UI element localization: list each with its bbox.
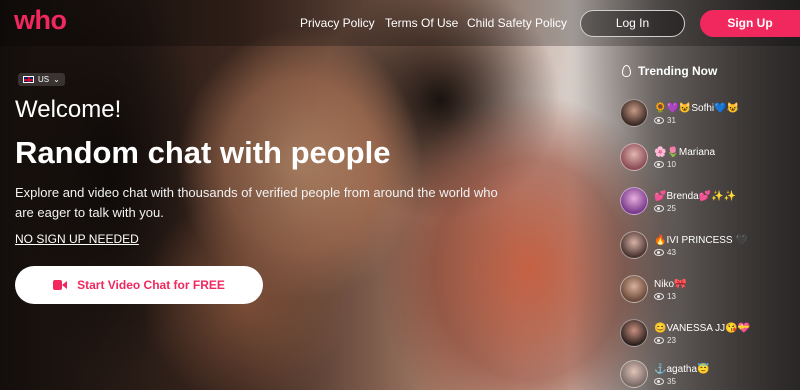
trending-item[interactable]: 🔥IVI PRINCESS 🖤 43	[620, 231, 800, 263]
welcome-text: Welcome!	[15, 96, 122, 123]
trending-item[interactable]: 🌻💜😺Sofhi💙😺 31	[620, 99, 800, 131]
avatar	[620, 143, 648, 171]
trending-name: 🔥IVI PRINCESS 🖤	[654, 235, 748, 246]
page-title: Random chat with people	[15, 135, 391, 170]
avatar	[620, 187, 648, 215]
fire-icon	[622, 65, 631, 77]
nav-child-safety-policy[interactable]: Child Safety Policy	[467, 16, 567, 30]
view-count: 25	[667, 204, 676, 213]
trending-title: Trending Now	[638, 64, 718, 78]
view-count: 35	[667, 377, 676, 386]
view-count: 10	[667, 160, 676, 169]
video-camera-icon	[53, 280, 68, 290]
trending-name: ⚓agatha😇	[654, 364, 710, 375]
trending-views: 13	[654, 292, 676, 301]
no-signup-link[interactable]: NO SIGN UP NEEDED	[15, 232, 139, 246]
start-video-chat-button[interactable]: Start Video Chat for FREE	[15, 266, 263, 304]
nav-terms-of-use[interactable]: Terms Of Use	[385, 16, 458, 30]
eye-icon	[654, 117, 664, 124]
trending-item[interactable]: Niko🎀 13	[620, 275, 800, 307]
locale-label: US	[38, 75, 50, 84]
trending-views: 35	[654, 377, 676, 386]
trending-name: Niko🎀	[654, 279, 687, 290]
login-button[interactable]: Log In	[580, 10, 685, 37]
trending-item[interactable]: 😊VANESSA JJ😘💝 23	[620, 319, 800, 351]
trending-name: 😊VANESSA JJ😘💝	[654, 323, 751, 334]
avatar	[620, 99, 648, 127]
view-count: 23	[667, 336, 676, 345]
trending-item[interactable]: ⚓agatha😇 35	[620, 360, 800, 390]
avatar	[620, 360, 648, 388]
eye-icon	[654, 293, 664, 300]
trending-views: 10	[654, 160, 676, 169]
trending-views: 23	[654, 336, 676, 345]
header: who Privacy Policy Terms Of Use Child Sa…	[0, 0, 800, 46]
avatar	[620, 319, 648, 347]
eye-icon	[654, 249, 664, 256]
eye-icon	[654, 205, 664, 212]
avatar	[620, 231, 648, 259]
eye-icon	[654, 378, 664, 385]
trending-name: 🌻💜😺Sofhi💙😺	[654, 103, 740, 114]
uk-flag-icon	[23, 76, 34, 83]
logo[interactable]: who	[14, 5, 67, 36]
view-count: 31	[667, 116, 676, 125]
eye-icon	[654, 337, 664, 344]
trending-views: 43	[654, 248, 676, 257]
chevron-down-icon: ⌄	[53, 75, 60, 84]
view-count: 43	[667, 248, 676, 257]
start-video-chat-label: Start Video Chat for FREE	[77, 278, 225, 292]
page: who Privacy Policy Terms Of Use Child Sa…	[0, 0, 800, 390]
hero-description: Explore and video chat with thousands of…	[15, 185, 498, 220]
signup-button[interactable]: Sign Up	[700, 10, 800, 37]
trending-views: 31	[654, 116, 676, 125]
nav-privacy-policy[interactable]: Privacy Policy	[300, 16, 375, 30]
eye-icon	[654, 161, 664, 168]
locale-selector[interactable]: US ⌄	[18, 73, 65, 86]
trending-item[interactable]: 🌸🌷Mariana 10	[620, 143, 800, 175]
trending-views: 25	[654, 204, 676, 213]
trending-name: 💕Brenda💕✨✨	[654, 191, 737, 202]
avatar	[620, 275, 648, 303]
trending-item[interactable]: 💕Brenda💕✨✨ 25	[620, 187, 800, 219]
trending-header: Trending Now	[622, 64, 717, 78]
view-count: 13	[667, 292, 676, 301]
trending-name: 🌸🌷Mariana	[654, 147, 716, 158]
